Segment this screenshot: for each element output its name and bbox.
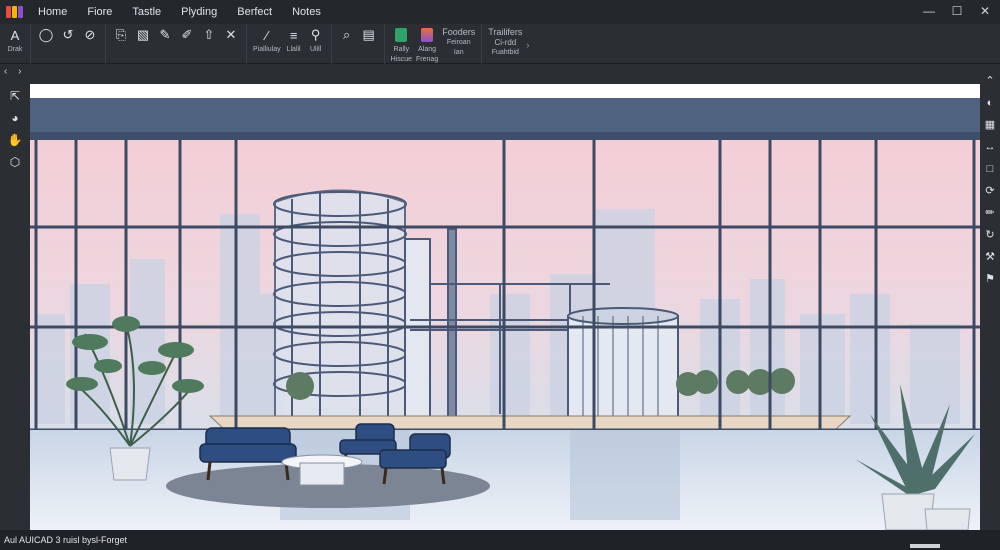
layer-tool-orange[interactable]: Alang Frenag bbox=[416, 26, 438, 64]
ellipse-icon: ⊘ bbox=[84, 27, 96, 42]
pin-icon: ⚲ bbox=[310, 27, 321, 42]
delete-tool[interactable]: ✕ bbox=[222, 26, 240, 44]
close-x-icon: ✕ bbox=[225, 27, 237, 42]
ribbon-group-layers: Rally Hiscue Alang Frenag Fooders Feiroa… bbox=[385, 24, 483, 64]
brush-icon: ⁄ bbox=[265, 27, 268, 43]
hand-icon[interactable]: ✋ bbox=[7, 132, 23, 148]
maximize-icon[interactable]: ☐ bbox=[950, 3, 964, 19]
measure-icon[interactable]: ↔ bbox=[983, 140, 997, 154]
draw-label: Drak bbox=[7, 46, 23, 53]
text-a-icon: A bbox=[10, 27, 20, 43]
architectural-render bbox=[30, 84, 980, 530]
ian-label: Ian bbox=[453, 49, 464, 56]
pin-label: Ulill bbox=[309, 46, 322, 53]
list-label: Llalil bbox=[286, 46, 301, 53]
circle-icon: ◯ bbox=[38, 27, 54, 42]
hatch-tool[interactable]: ▧ bbox=[134, 26, 152, 44]
pencil-icon[interactable]: ✏ bbox=[983, 206, 997, 220]
lasso-tool[interactable]: ↺ bbox=[59, 26, 77, 44]
menu-notes[interactable]: Notes bbox=[282, 6, 331, 18]
ribbon: A Drak ◯ ↺ ⊘ ⎘ ▧ ✎ ✐ ⇧ ✕ ⁄ Pialliulay ≡ … bbox=[0, 24, 1000, 64]
menu-bar: Home Fiore Tastle Plyding Berfect Notes … bbox=[0, 0, 1000, 24]
bookmark-icon[interactable]: ⚑ bbox=[983, 272, 997, 286]
ribbon-group-annotate: ⁄ Pialliulay ≡ Llalil ⚲ Ulill bbox=[247, 24, 332, 64]
ribbon-group-utilities: Trailifers Ci-rdd Fuahtbid › bbox=[482, 24, 535, 64]
fooders-tool[interactable]: Fooders Feiroan Ian bbox=[442, 26, 475, 57]
menu-home[interactable]: Home bbox=[28, 6, 77, 18]
left-tool-palette: ⇱ ◕ ✋ ⬡ bbox=[0, 84, 30, 530]
upload-tool[interactable]: ⇧ bbox=[200, 26, 218, 44]
list-tool[interactable]: ≡ Llalil bbox=[285, 26, 303, 54]
polyline-label: Pialliulay bbox=[253, 46, 281, 53]
app-logo[interactable] bbox=[6, 4, 28, 20]
minimize-icon[interactable]: — bbox=[922, 3, 936, 19]
ribbon-group-view: ⌕ ▤ bbox=[332, 24, 385, 64]
menu-plyding[interactable]: Plyding bbox=[171, 6, 227, 18]
glass-pavilion bbox=[567, 307, 679, 419]
layer-orange-icon bbox=[418, 26, 436, 44]
alang-label: Alang bbox=[418, 46, 437, 53]
terrace-deck bbox=[208, 415, 852, 431]
pen-icon: ✎ bbox=[159, 27, 171, 42]
paint-icon[interactable]: ◕ bbox=[7, 110, 23, 126]
status-text: Aul AUICAD 3 ruisl bysl-Forget bbox=[4, 535, 128, 545]
menu-fiore[interactable]: Fiore bbox=[77, 6, 122, 18]
polyline-tool[interactable]: ⁄ Pialliulay bbox=[253, 26, 281, 54]
trailifers-label: Trailifers bbox=[488, 27, 523, 37]
select-arrow-icon[interactable]: ⇱ bbox=[7, 88, 23, 104]
window-controls: — ☐ ✕ bbox=[922, 3, 992, 19]
paste-tool[interactable]: ⎘ bbox=[112, 26, 130, 44]
fooders-label: Fooders bbox=[442, 27, 476, 37]
close-icon[interactable]: ✕ bbox=[978, 3, 992, 19]
list-icon: ≡ bbox=[289, 27, 298, 43]
pen-tool[interactable]: ✎ bbox=[156, 26, 174, 44]
document-tool[interactable]: ▤ bbox=[360, 26, 378, 44]
refresh-icon[interactable]: ↻ bbox=[983, 228, 997, 242]
scroll-up-icon[interactable]: ⌃ bbox=[983, 74, 997, 88]
rotate-icon[interactable]: ⟳ bbox=[983, 184, 997, 198]
search-icon: ⌕ bbox=[342, 27, 351, 42]
shape-icon[interactable]: ⬡ bbox=[7, 154, 23, 170]
tools-icon[interactable]: ⚒ bbox=[983, 250, 997, 264]
document-icon: ▤ bbox=[362, 27, 375, 42]
paste-icon: ⎘ bbox=[115, 27, 127, 42]
drawing-canvas[interactable] bbox=[30, 84, 980, 530]
hatch-icon: ▧ bbox=[136, 27, 150, 42]
circle-tool[interactable]: ◯ bbox=[37, 26, 55, 44]
menu-tastle[interactable]: Tastle bbox=[122, 6, 171, 18]
ribbon-sub-row: ‹ › bbox=[0, 64, 1000, 84]
expand-chevron-icon[interactable]: › bbox=[526, 40, 529, 50]
square-icon[interactable]: □ bbox=[983, 162, 997, 176]
crdd-label: Ci-rdd bbox=[494, 38, 517, 47]
right-tool-palette: ⌃ ◐ ▦ ↔ □ ⟳ ✏ ↻ ⚒ ⚑ bbox=[980, 70, 1000, 530]
sketch-tool[interactable]: ✐ bbox=[178, 26, 196, 44]
lasso-icon: ↺ bbox=[62, 27, 74, 42]
sketch-icon: ✐ bbox=[181, 27, 193, 42]
upload-icon: ⇧ bbox=[203, 27, 215, 42]
zoom-tool[interactable]: ⌕ bbox=[338, 26, 356, 44]
layer-tool-green[interactable]: Rally Hiscue bbox=[391, 26, 412, 64]
status-bar: Aul AUICAD 3 ruisl bysl-Forget bbox=[0, 530, 1000, 550]
ribbon-group-modify: ⎘ ▧ ✎ ✐ ⇧ ✕ bbox=[106, 24, 247, 64]
ribbon-group-shapes: ◯ ↺ ⊘ bbox=[31, 24, 106, 64]
fuahtbid-label: Fuahtbid bbox=[491, 49, 519, 56]
status-indicator bbox=[910, 544, 940, 548]
feiroan-label: Feiroan bbox=[446, 39, 471, 46]
orbit-icon[interactable]: ◐ bbox=[983, 96, 997, 110]
draw-tool[interactable]: A Drak bbox=[6, 26, 24, 54]
ribbon-group-draw: A Drak bbox=[0, 24, 31, 64]
layer-green-icon bbox=[392, 26, 410, 44]
pin-tool[interactable]: ⚲ Ulill bbox=[307, 26, 325, 54]
nav-arrows-icon[interactable]: ‹ › bbox=[4, 66, 25, 77]
ellipse-tool[interactable]: ⊘ bbox=[81, 26, 99, 44]
layer-icon[interactable]: ▦ bbox=[983, 118, 997, 132]
utilities-tool[interactable]: Trailifers Ci-rdd Fuahtbid bbox=[488, 26, 522, 57]
hiscue-label: Hiscue bbox=[390, 56, 413, 63]
rally-label: Rally bbox=[393, 46, 410, 53]
frenag-label: Frenag bbox=[416, 56, 439, 63]
menu-berfect[interactable]: Berfect bbox=[227, 6, 282, 18]
